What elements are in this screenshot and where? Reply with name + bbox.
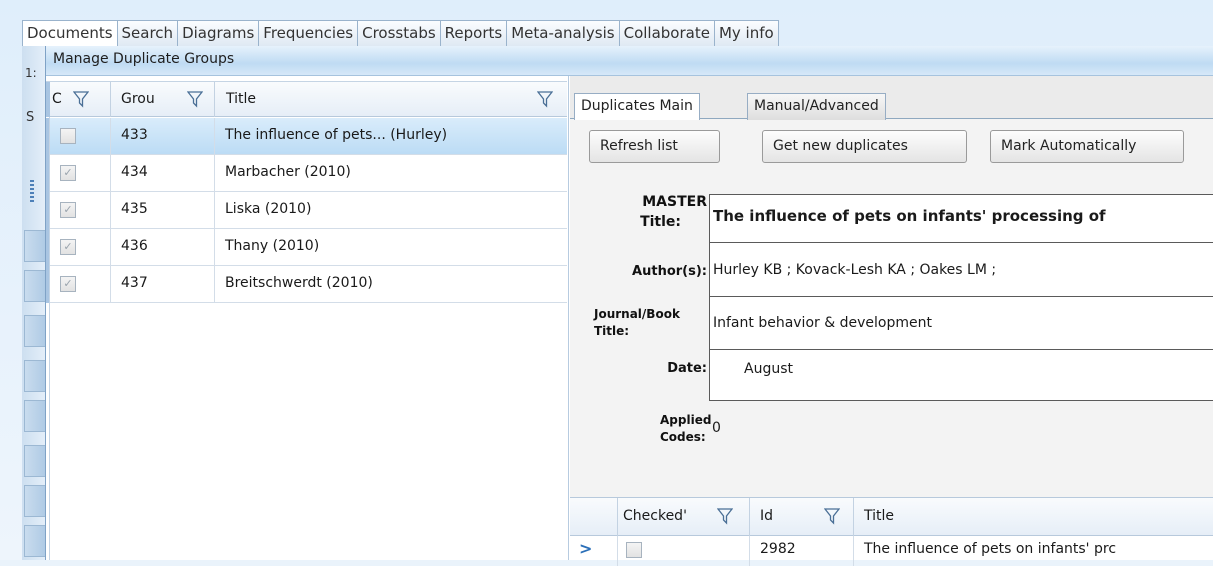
filter-icon[interactable]	[717, 507, 733, 525]
group-row[interactable]: ✓ 434 Marbacher (2010)	[46, 155, 567, 192]
duplicates-main-content: Refresh list Get new duplicates Mark Aut…	[570, 120, 1213, 566]
tab-duplicates-main[interactable]: Duplicates Main	[574, 93, 700, 121]
duplicates-grid: Checked' Id Title > 2982 The influence o…	[570, 497, 1213, 566]
master-title-label-2: Title:	[640, 214, 681, 230]
date-label: Date:	[667, 361, 707, 376]
background-counter-label: 1:	[25, 66, 37, 80]
applied-codes-label: Applied	[660, 413, 712, 427]
background-column-label: S	[26, 110, 35, 125]
current-row-indicator: >	[570, 536, 618, 566]
row-checkbox[interactable]	[60, 128, 76, 144]
mark-automatically-button[interactable]: Mark Automatically	[990, 130, 1184, 163]
group-title-cell: The influence of pets... (Hurley)	[225, 127, 448, 143]
column-header-checked[interactable]: C	[50, 82, 111, 117]
checked-cell[interactable]	[50, 118, 111, 154]
group-id-cell: 433	[111, 118, 215, 154]
filter-icon[interactable]	[824, 507, 840, 525]
tab-crosstabs[interactable]: Crosstabs	[357, 20, 441, 46]
column-header-label: Title	[226, 91, 257, 107]
row-checkbox[interactable]: ✓	[60, 239, 76, 255]
column-header-title[interactable]: Title	[854, 498, 1213, 536]
column-header-label: Id	[760, 508, 774, 524]
applied-codes-value: 0	[712, 420, 721, 436]
filter-icon[interactable]	[537, 90, 553, 108]
row-indicator-header	[570, 498, 618, 536]
row-checkbox[interactable]	[626, 542, 642, 558]
tab-manual-advanced[interactable]: Manual/Advanced	[747, 93, 886, 120]
group-title-cell: Marbacher (2010)	[225, 164, 351, 180]
authors-label: Author(s):	[632, 264, 707, 279]
row-checkbox[interactable]: ✓	[60, 202, 76, 218]
row-checkbox[interactable]: ✓	[60, 276, 76, 292]
group-title-cell: Liska (2010)	[225, 201, 312, 217]
detail-tab-strip: Duplicates Main Manual/Advanced	[570, 76, 1213, 121]
group-id-cell: 434	[111, 155, 215, 191]
column-header-label: Checked'	[623, 508, 687, 524]
master-title-label: MASTER	[642, 194, 707, 210]
column-header-label: C	[52, 91, 62, 107]
grid-border	[49, 117, 50, 560]
checked-cell[interactable]: ✓	[50, 155, 111, 191]
checked-cell[interactable]: ✓	[50, 229, 111, 265]
get-new-duplicates-button[interactable]: Get new duplicates	[762, 130, 967, 163]
duplicate-id-cell: 2982	[750, 536, 854, 566]
group-title-cell: Thany (2010)	[225, 238, 320, 254]
duplicate-title-cell: The influence of pets on infants' prc	[864, 541, 1117, 557]
tab-documents[interactable]: Documents	[22, 20, 118, 46]
group-row[interactable]: ✓ 436 Thany (2010)	[46, 229, 567, 266]
splitter-grip[interactable]	[30, 180, 34, 202]
refresh-list-button[interactable]: Refresh list	[589, 130, 720, 163]
applied-codes-label-2: Codes:	[660, 430, 706, 444]
column-header-title[interactable]: Title	[215, 82, 567, 117]
tab-diagrams[interactable]: Diagrams	[177, 20, 260, 46]
tab-my-info[interactable]: My info	[713, 20, 779, 46]
journal-label: Journal/Book	[594, 307, 680, 321]
main-tab-bar: Documents Search Diagrams Frequencies Cr…	[22, 20, 779, 46]
column-header-checked[interactable]: Checked'	[618, 498, 750, 536]
checked-cell[interactable]: ✓	[50, 192, 111, 228]
dialog-title[interactable]: Manage Duplicate Groups	[46, 46, 1213, 76]
manage-duplicate-groups-dialog: Manage Duplicate Groups C Grou Title 433…	[45, 46, 1213, 566]
tab-collaborate[interactable]: Collaborate	[618, 20, 715, 46]
duplicates-detail-pane: Duplicates Main Manual/Advanced Refresh …	[570, 76, 1213, 566]
filter-icon[interactable]	[187, 90, 203, 108]
group-title-cell: Breitschwerdt (2010)	[225, 275, 373, 291]
column-header-id[interactable]: Id	[750, 498, 854, 536]
row-checkbox[interactable]: ✓	[60, 165, 76, 181]
master-title-value[interactable]: The influence of pets on infants' proces…	[709, 194, 1213, 243]
duplicate-row[interactable]: > 2982 The influence of pets on infants'…	[570, 536, 1213, 566]
journal-label-2: Title:	[594, 324, 630, 338]
column-header-label: Grou	[121, 91, 155, 107]
date-value[interactable]: August	[709, 349, 1213, 401]
group-row[interactable]: ✓ 437 Breitschwerdt (2010)	[46, 266, 567, 303]
group-id-cell: 436	[111, 229, 215, 265]
checked-cell[interactable]: ✓	[50, 266, 111, 302]
filter-icon[interactable]	[73, 90, 89, 108]
groups-grid-header: C Grou Title	[46, 81, 567, 117]
duplicate-groups-grid: C Grou Title 433 The influence of pets..…	[46, 76, 569, 560]
duplicates-grid-header: Checked' Id Title	[570, 498, 1213, 536]
tab-frequencies[interactable]: Frequencies	[258, 20, 359, 46]
journal-value[interactable]: Infant behavior & development	[709, 296, 1213, 350]
tab-search[interactable]: Search	[116, 20, 179, 46]
group-row[interactable]: ✓ 435 Liska (2010)	[46, 192, 567, 229]
tab-meta-analysis[interactable]: Meta-analysis	[506, 20, 620, 46]
group-row[interactable]: 433 The influence of pets... (Hurley)	[46, 118, 567, 155]
tab-reports[interactable]: Reports	[439, 20, 508, 46]
column-header-group[interactable]: Grou	[111, 82, 215, 117]
group-id-cell: 435	[111, 192, 215, 228]
group-id-cell: 437	[111, 266, 215, 302]
checked-cell[interactable]	[618, 536, 750, 566]
authors-value[interactable]: Hurley KB ; Kovack-Lesh KA ; Oakes LM ;	[709, 242, 1213, 297]
